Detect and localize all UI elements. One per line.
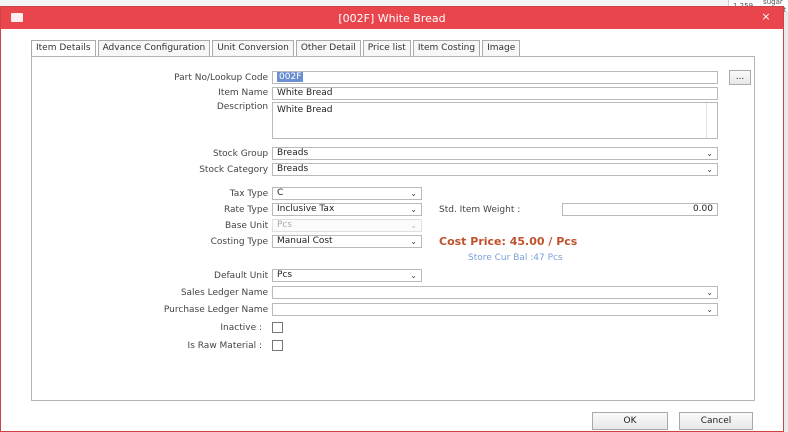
tab-price-list[interactable]: Price list	[362, 40, 411, 56]
description-value: White Bread	[277, 105, 333, 115]
raw-material-label: Is Raw Material :	[187, 341, 262, 351]
costing-type-label: Costing Type :	[210, 237, 274, 247]
description-label: Description :	[216, 102, 274, 112]
tab-unit-conversion[interactable]: Unit Conversion	[212, 40, 294, 56]
costing-type-select[interactable]: Manual Cost ⌄	[272, 235, 422, 248]
stock-group-value: Breads	[277, 148, 309, 158]
chevron-down-icon: ⌄	[706, 149, 713, 158]
app-window-icon	[11, 13, 23, 22]
chevron-down-icon: ⌄	[706, 288, 713, 297]
chevron-down-icon: ⌄	[706, 165, 713, 174]
default-unit-select[interactable]: Pcs ⌄	[272, 269, 422, 282]
base-unit-value: Pcs	[277, 220, 293, 230]
ok-button[interactable]: OK	[592, 412, 668, 430]
sales-ledger-select[interactable]: ⌄	[272, 286, 718, 299]
tab-other-detail[interactable]: Other Detail	[295, 40, 361, 56]
window-title: [002F] White Bread	[338, 11, 446, 25]
rate-type-value: Inclusive Tax	[277, 204, 335, 214]
cost-price-text: Cost Price: 45.00 / Pcs	[439, 235, 578, 248]
inactive-label: Inactive :	[220, 323, 262, 333]
part-no-input[interactable]: 002F	[272, 71, 718, 84]
stock-category-value: Breads	[277, 164, 309, 174]
part-no-value: 002F	[277, 72, 304, 82]
std-weight-label: Std. Item Weight :	[439, 205, 521, 215]
rate-type-label: Rate Type :	[223, 205, 274, 215]
description-textarea[interactable]: White Bread	[272, 102, 718, 139]
tab-advance-configuration[interactable]: Advance Configuration	[97, 40, 211, 56]
chevron-down-icon: ⌄	[410, 271, 417, 280]
base-unit-label: Base Unit :	[225, 221, 274, 231]
tax-type-value: C	[277, 188, 284, 198]
title-bar[interactable]: [002F] White Bread ×	[1, 7, 783, 29]
std-weight-input[interactable]: 0.00	[562, 203, 718, 216]
close-icon[interactable]: ×	[759, 10, 773, 24]
item-name-label: Item Name :	[218, 88, 274, 98]
chevron-down-icon: ⌄	[410, 189, 417, 198]
chevron-down-icon: ⌄	[706, 305, 713, 314]
default-unit-label: Default Unit :	[214, 271, 274, 281]
raw-material-checkbox[interactable]	[272, 340, 283, 351]
purchase-ledger-label: Purchase Ledger Name :	[163, 305, 274, 315]
stock-category-label: Stock Category :	[199, 165, 274, 175]
chevron-down-icon: ⌄	[410, 205, 417, 214]
rate-type-select[interactable]: Inclusive Tax ⌄	[272, 203, 422, 216]
purchase-ledger-select[interactable]: ⌄	[272, 303, 718, 316]
tab-image[interactable]: Image	[482, 40, 521, 56]
stock-group-select[interactable]: Breads ⌄	[272, 147, 718, 160]
part-no-label: Part No/Lookup Code :	[174, 73, 274, 83]
tab-bar: Item Details Advance Configuration Unit …	[31, 40, 522, 58]
cancel-button[interactable]: Cancel	[679, 412, 753, 430]
description-scrollbar[interactable]	[706, 103, 717, 138]
stock-group-label: Stock Group :	[212, 149, 274, 159]
stock-category-select[interactable]: Breads ⌄	[272, 163, 718, 176]
chevron-down-icon: ⌄	[410, 237, 417, 246]
sales-ledger-label: Sales Ledger Name :	[180, 288, 274, 298]
costing-type-value: Manual Cost	[277, 236, 333, 246]
chevron-down-icon: ⌄	[410, 221, 417, 230]
tax-type-label: Tax Type :	[229, 189, 274, 199]
store-balance-text: Store Cur Bal :47 Pcs	[468, 253, 563, 263]
browse-button[interactable]: ...	[729, 70, 751, 85]
tab-item-costing[interactable]: Item Costing	[412, 40, 481, 56]
inactive-checkbox[interactable]	[272, 322, 283, 333]
tax-type-select[interactable]: C ⌄	[272, 187, 422, 200]
default-unit-value: Pcs	[277, 270, 293, 280]
item-dialog: [002F] White Bread × Item Details Advanc…	[0, 6, 784, 432]
item-details-panel: Part No/Lookup Code : 002F ... Item Name…	[31, 56, 755, 401]
item-name-input[interactable]: White Bread	[272, 87, 718, 100]
base-unit-select: Pcs ⌄	[272, 219, 422, 232]
